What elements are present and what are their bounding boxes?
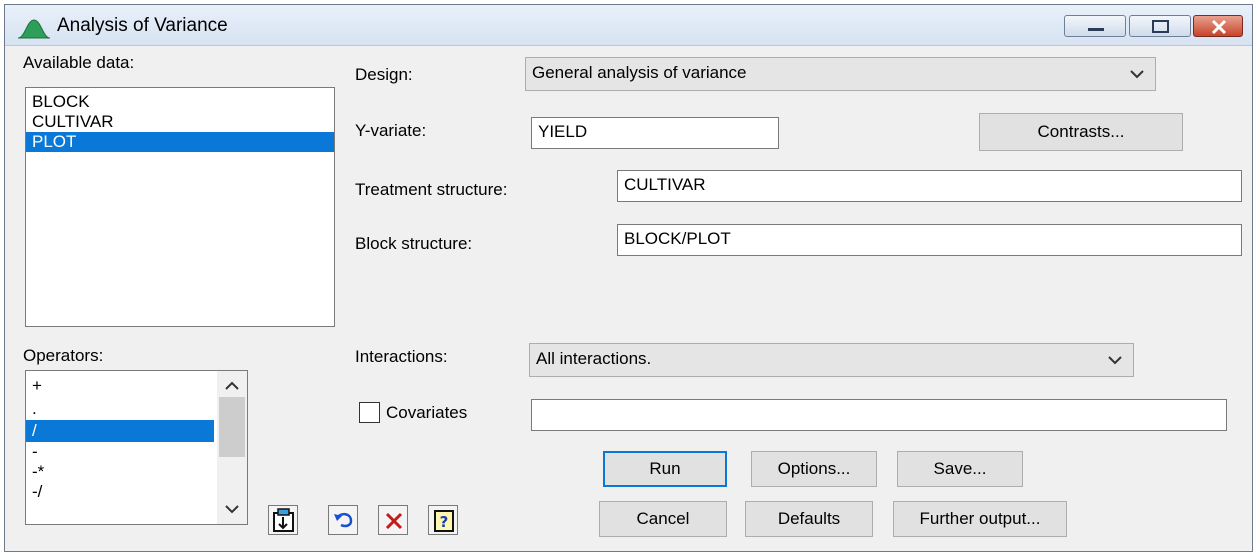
operators-list[interactable]: + . / - -* -/ [25,370,248,525]
list-item[interactable]: PLOT [26,132,334,152]
save-button[interactable]: Save... [897,451,1023,487]
covariates-input[interactable] [531,399,1227,431]
available-data-label: Available data: [23,53,135,72]
normal-curve-icon [17,17,51,39]
title-bar: Analysis of Variance [5,5,1252,46]
minimize-button[interactable] [1064,15,1126,37]
chevron-up-icon[interactable] [217,375,247,395]
cancel-button[interactable]: Cancel [599,501,727,537]
paste-button[interactable] [268,505,298,535]
operators-label: Operators: [23,346,104,365]
chevron-down-icon[interactable] [217,500,247,520]
block-structure-label: Block structure: [355,234,473,253]
close-button[interactable] [1193,15,1243,37]
close-icon [1211,19,1227,35]
y-variate-label: Y-variate: [355,121,427,140]
clear-icon [385,512,403,530]
list-item[interactable]: . [26,397,214,420]
maximize-icon [1152,20,1169,33]
help-icon: ? [434,510,454,532]
design-label: Design: [355,65,413,84]
available-data-list[interactable]: BLOCK CULTIVAR PLOT [25,87,335,327]
further-output-button[interactable]: Further output... [893,501,1067,537]
list-item[interactable]: -* [26,462,214,482]
treatment-structure-label: Treatment structure: [355,180,508,199]
svg-text:?: ? [440,513,449,531]
list-item[interactable]: BLOCK [26,92,334,112]
operators-scrollbar[interactable] [217,371,247,524]
minimize-icon [1088,28,1104,31]
interactions-label: Interactions: [355,347,448,366]
help-button[interactable]: ? [428,505,458,535]
interactions-value: All interactions. [536,349,652,368]
interactions-select[interactable]: All interactions. [529,343,1134,377]
contrasts-button[interactable]: Contrasts... [979,113,1183,151]
scrollbar-thumb[interactable] [219,397,245,457]
covariates-checkbox[interactable] [359,402,380,423]
run-button[interactable]: Run [603,451,727,487]
covariates-label: Covariates [386,403,468,422]
block-structure-input[interactable]: BLOCK/PLOT [617,224,1242,256]
defaults-button[interactable]: Defaults [745,501,873,537]
analysis-of-variance-dialog: Analysis of Variance Available data: BLO… [4,4,1253,552]
y-variate-input[interactable]: YIELD [531,117,779,149]
undo-icon [334,512,353,528]
clear-button[interactable] [378,505,408,535]
design-value: General analysis of variance [532,63,747,82]
list-item[interactable]: CULTIVAR [26,112,334,132]
list-item[interactable]: -/ [26,482,214,502]
design-select[interactable]: General analysis of variance [525,57,1156,91]
list-item[interactable]: / [26,420,214,442]
paste-icon [273,508,294,532]
window-title: Analysis of Variance [57,15,228,36]
maximize-button[interactable] [1129,15,1191,37]
list-item[interactable]: - [26,442,214,462]
list-item[interactable]: + [26,375,214,397]
chevron-down-icon [1108,356,1122,365]
treatment-structure-input[interactable]: CULTIVAR [617,170,1242,202]
undo-button[interactable] [328,505,358,535]
chevron-down-icon [1130,70,1144,79]
options-button[interactable]: Options... [751,451,877,487]
